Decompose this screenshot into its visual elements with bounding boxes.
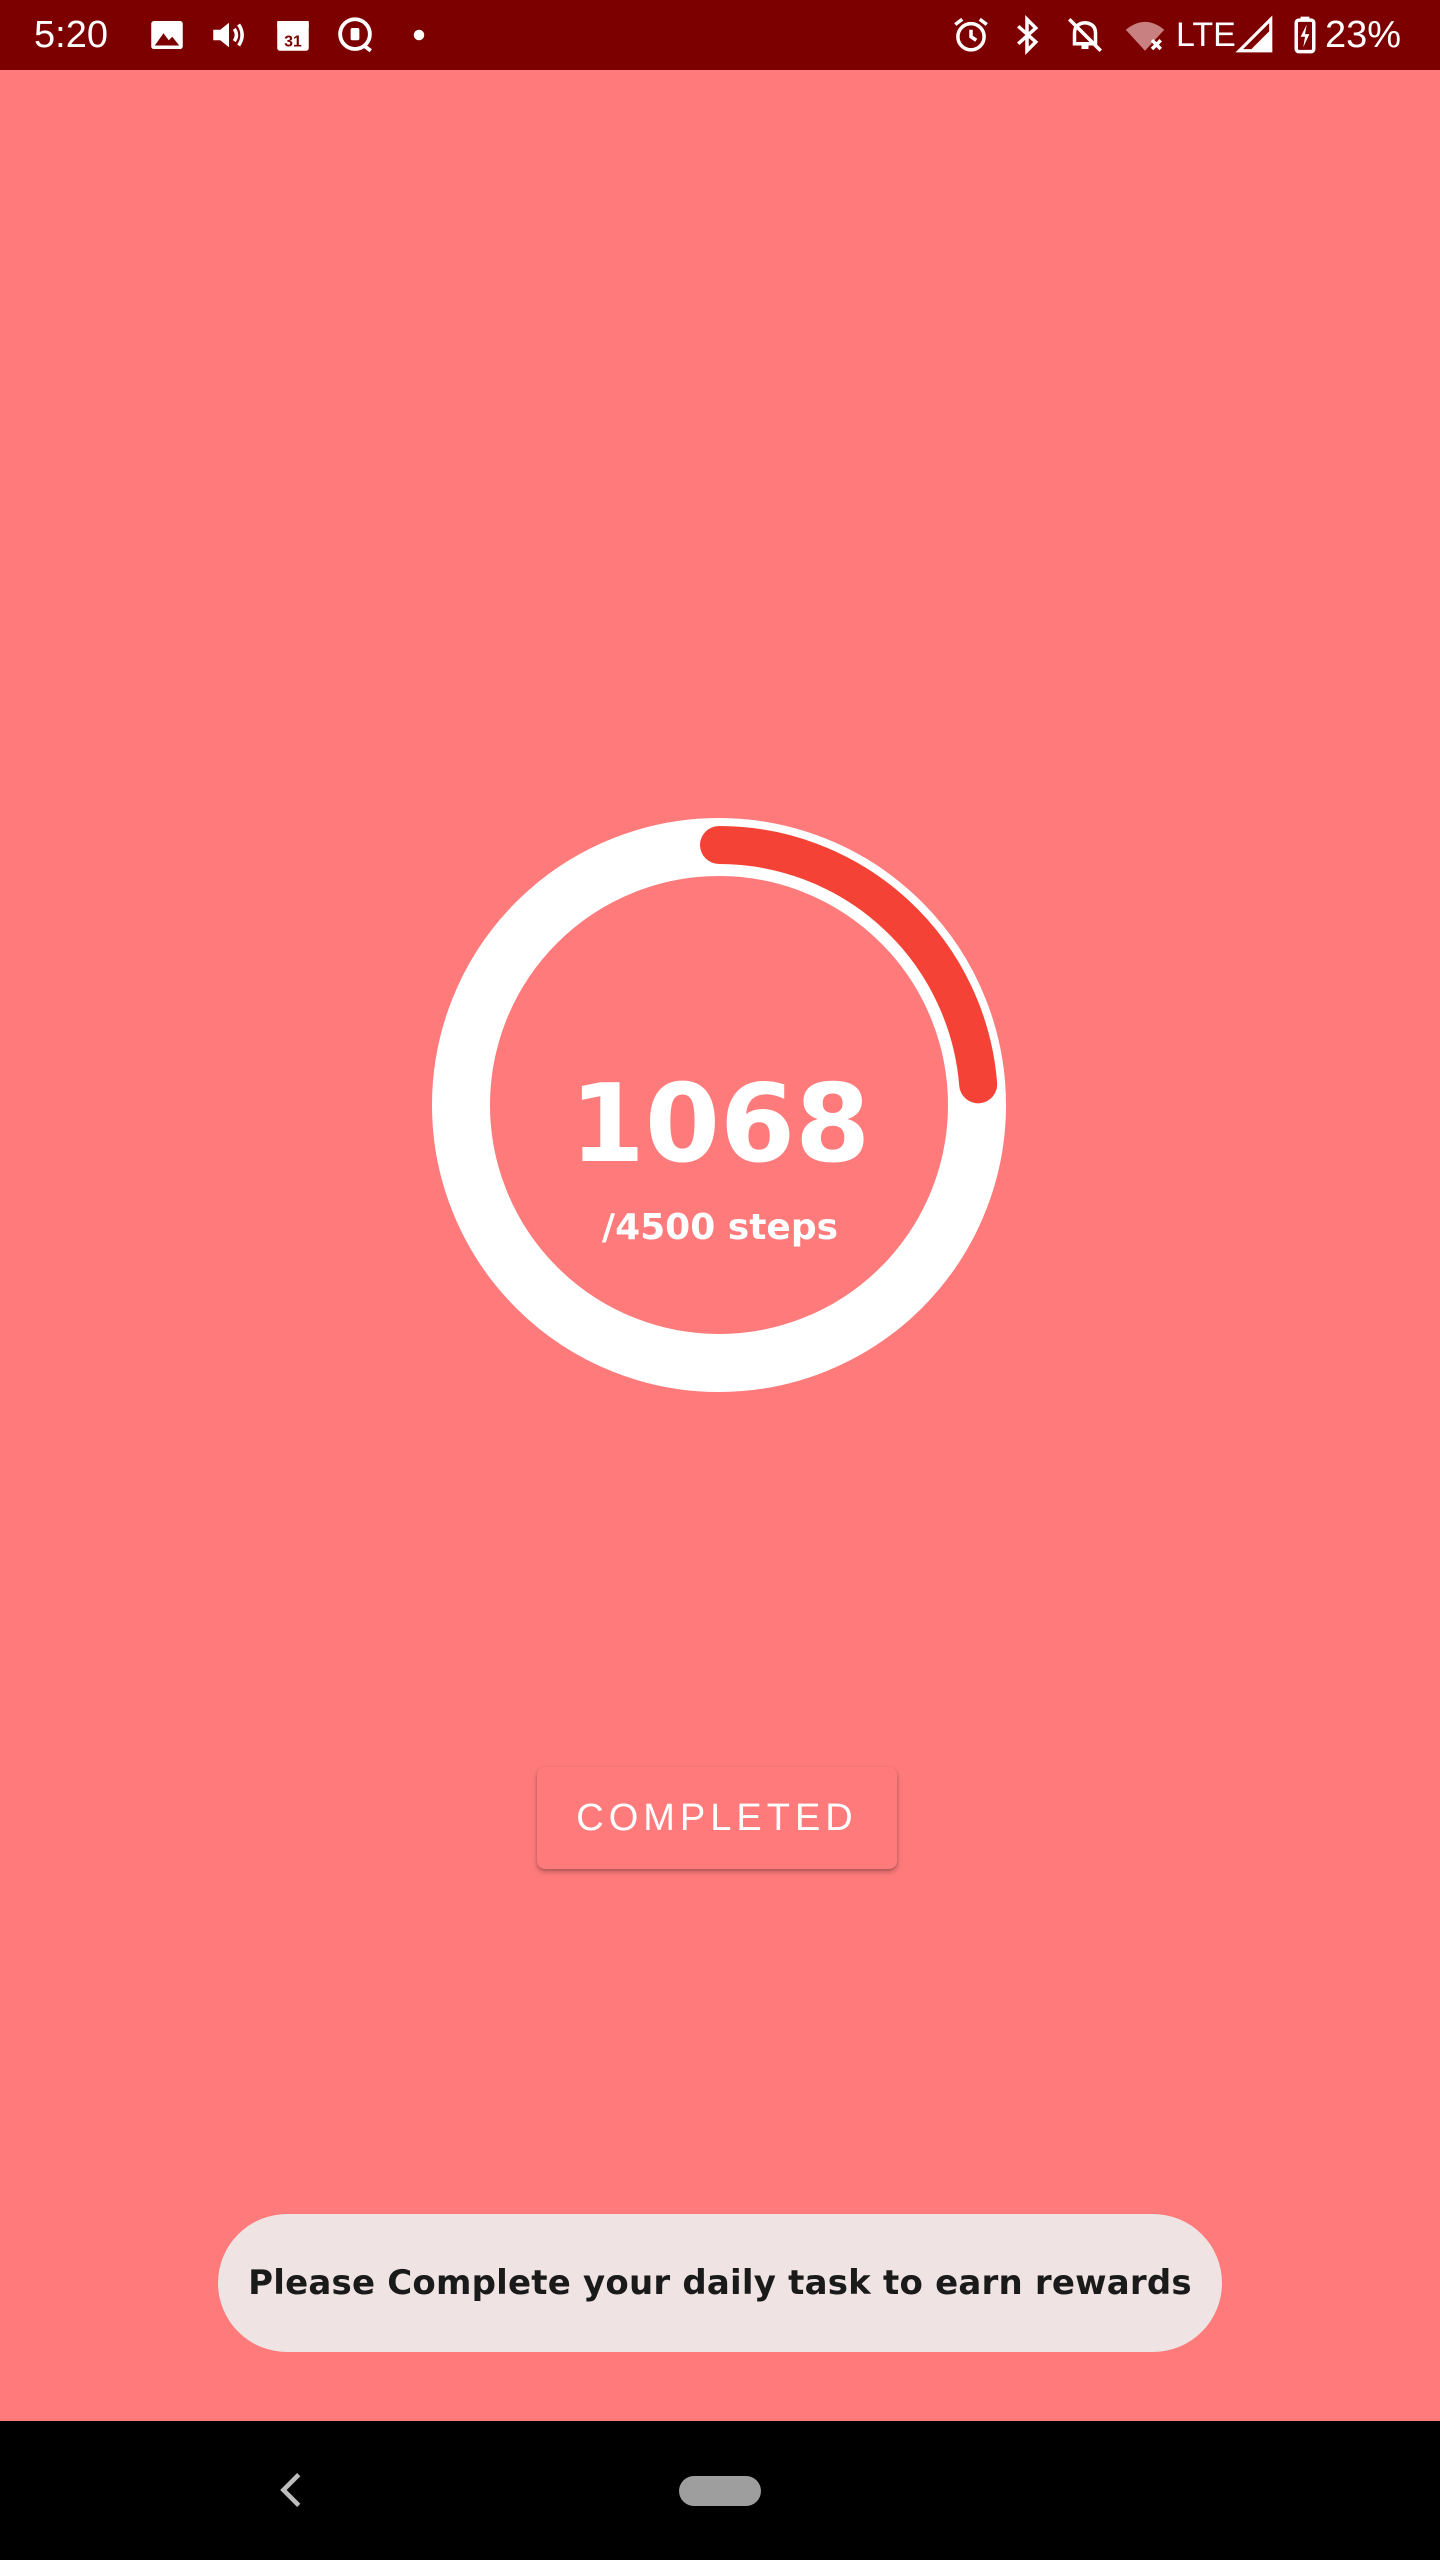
notification-dot-icon [398, 14, 440, 56]
calendar-icon: 31 [272, 14, 314, 56]
signal-icon [1234, 14, 1276, 56]
bluetooth-icon [1006, 14, 1048, 56]
volume-icon [208, 14, 250, 56]
mute-bell-icon [1064, 14, 1106, 56]
alarm-icon [950, 14, 992, 56]
chat-icon [334, 14, 376, 56]
home-handle[interactable] [679, 2476, 761, 2506]
svg-text:31: 31 [284, 33, 302, 50]
completed-button[interactable]: COMPLETED [537, 1767, 897, 1869]
steps-goal-label: /4500 steps [601, 1207, 839, 1248]
battery-percent: 23% [1325, 14, 1402, 56]
network-type: LTE [1176, 16, 1236, 54]
image-icon [146, 14, 188, 56]
status-bar: 5:20 31 LTE 23% [0, 0, 1440, 70]
steps-count: 1068 [569, 1062, 871, 1187]
wifi-off-icon [1124, 14, 1166, 56]
navigation-bar [0, 2421, 1440, 2560]
chevron-left-icon [280, 2473, 301, 2507]
back-button[interactable] [270, 2467, 316, 2513]
status-time: 5:20 [34, 14, 108, 56]
toast-message: Please Complete your daily task to earn … [218, 2214, 1222, 2352]
battery-charging-icon [1284, 14, 1326, 56]
toast-text: Please Complete your daily task to earn … [248, 2263, 1192, 2303]
